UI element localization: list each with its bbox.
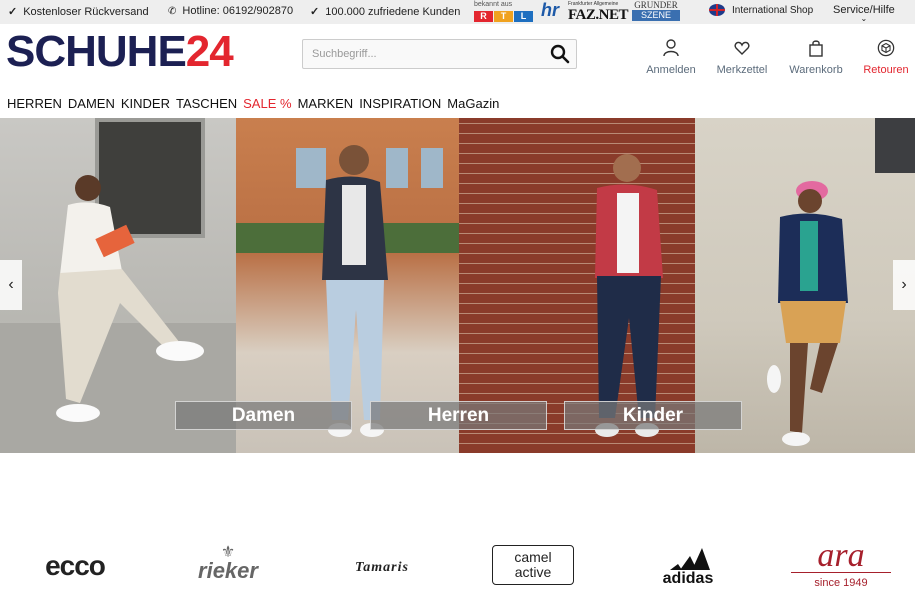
wishlist-link[interactable]: Merkzettel xyxy=(716,39,768,76)
chevron-left-icon[interactable]: ‹ xyxy=(0,260,22,310)
cta-damen-button[interactable]: Damen xyxy=(175,401,352,430)
check-icon: ✓ xyxy=(310,6,320,18)
phone-icon: ✆ xyxy=(168,5,177,17)
site-logo[interactable]: SCHUHE24 xyxy=(6,27,234,77)
brand-tamaris[interactable]: Tamaris xyxy=(340,558,424,576)
nav-item-sale[interactable]: SALE % xyxy=(243,96,291,111)
service-menu[interactable]: Service/Hilfe ⌄ xyxy=(833,4,895,23)
usp-hotline[interactable]: ✆ Hotline: 06192/902870 xyxy=(168,5,293,17)
brand-camel-active[interactable]: camel active xyxy=(492,545,574,585)
cta-herren-button[interactable]: Herren xyxy=(370,401,547,430)
hr-logo: hr xyxy=(541,0,559,20)
usp-return-text: Kostenloser Rückversand xyxy=(23,5,149,18)
check-icon: ✓ xyxy=(8,6,18,18)
brand-rieker[interactable]: ⚜ rieker xyxy=(188,545,268,583)
search-input[interactable] xyxy=(310,47,534,61)
search-box xyxy=(302,39,577,69)
model-photo xyxy=(56,175,204,422)
nav-item-marken[interactable]: MARKEN xyxy=(298,96,354,111)
brand-ecco[interactable]: ecco xyxy=(34,552,116,580)
nav-item-kinder[interactable]: KINDER xyxy=(121,96,170,111)
model-photo xyxy=(767,181,848,446)
bag-icon xyxy=(809,40,823,57)
adidas-stripes-icon xyxy=(670,548,710,570)
chevron-down-icon: ⌄ xyxy=(860,14,868,23)
login-link[interactable]: Anmelden xyxy=(645,39,697,76)
usp-hotline-text: Hotline: 06192/902870 xyxy=(182,5,294,17)
international-shop-link[interactable]: International Shop xyxy=(709,4,813,16)
cart-label: Warenkorb xyxy=(789,64,843,76)
returns-link[interactable]: Retouren xyxy=(862,39,910,76)
user-icon xyxy=(663,39,679,57)
gruenderszene-logo: GRUNDER SZENE xyxy=(632,0,680,22)
return-box-icon xyxy=(877,39,895,57)
nav-item-taschen[interactable]: TASCHEN xyxy=(176,96,237,111)
search-icon[interactable] xyxy=(550,44,570,64)
main-nav: HERREN DAMEN KINDER TASCHEN SALE % MARKE… xyxy=(7,96,505,111)
nav-item-inspiration[interactable]: INSPIRATION xyxy=(359,96,441,111)
returns-label: Retouren xyxy=(863,64,909,76)
known-from-label: bekannt aus xyxy=(474,1,513,8)
usp-customers: ✓ 100.000 zufriedene Kunden xyxy=(310,5,461,19)
uk-flag-icon xyxy=(709,4,725,16)
usp-customers-text: 100.000 zufriedene Kunden xyxy=(325,5,461,18)
usp-return: ✓ Kostenloser Rückversand xyxy=(8,5,149,19)
nav-item-damen[interactable]: DAMEN xyxy=(68,96,115,111)
international-shop-label: International Shop xyxy=(732,4,814,16)
cart-link[interactable]: Warenkorb xyxy=(788,39,844,76)
brand-ara[interactable]: ara since 1949 xyxy=(785,539,897,591)
heart-icon xyxy=(734,41,750,55)
brand-adidas[interactable]: adidas xyxy=(655,546,721,588)
top-bar: ✓ Kostenloser Rückversand ✆ Hotline: 06192… xyxy=(0,0,915,24)
nav-item-magazin[interactable]: MaGazin xyxy=(447,96,499,111)
faz-logo: Frankfurter Allgemeine FAZ.NET xyxy=(568,1,628,23)
nav-item-herren[interactable]: HERREN xyxy=(7,96,62,111)
hero-banner: Damen Herren Kinder ‹ › xyxy=(0,118,915,453)
rtl-logo: bekannt aus RTL xyxy=(474,1,536,23)
cta-kinder-button[interactable]: Kinder xyxy=(564,401,742,430)
login-label: Anmelden xyxy=(646,64,696,76)
chevron-right-icon[interactable]: › xyxy=(893,260,915,310)
wishlist-label: Merkzettel xyxy=(716,64,768,76)
